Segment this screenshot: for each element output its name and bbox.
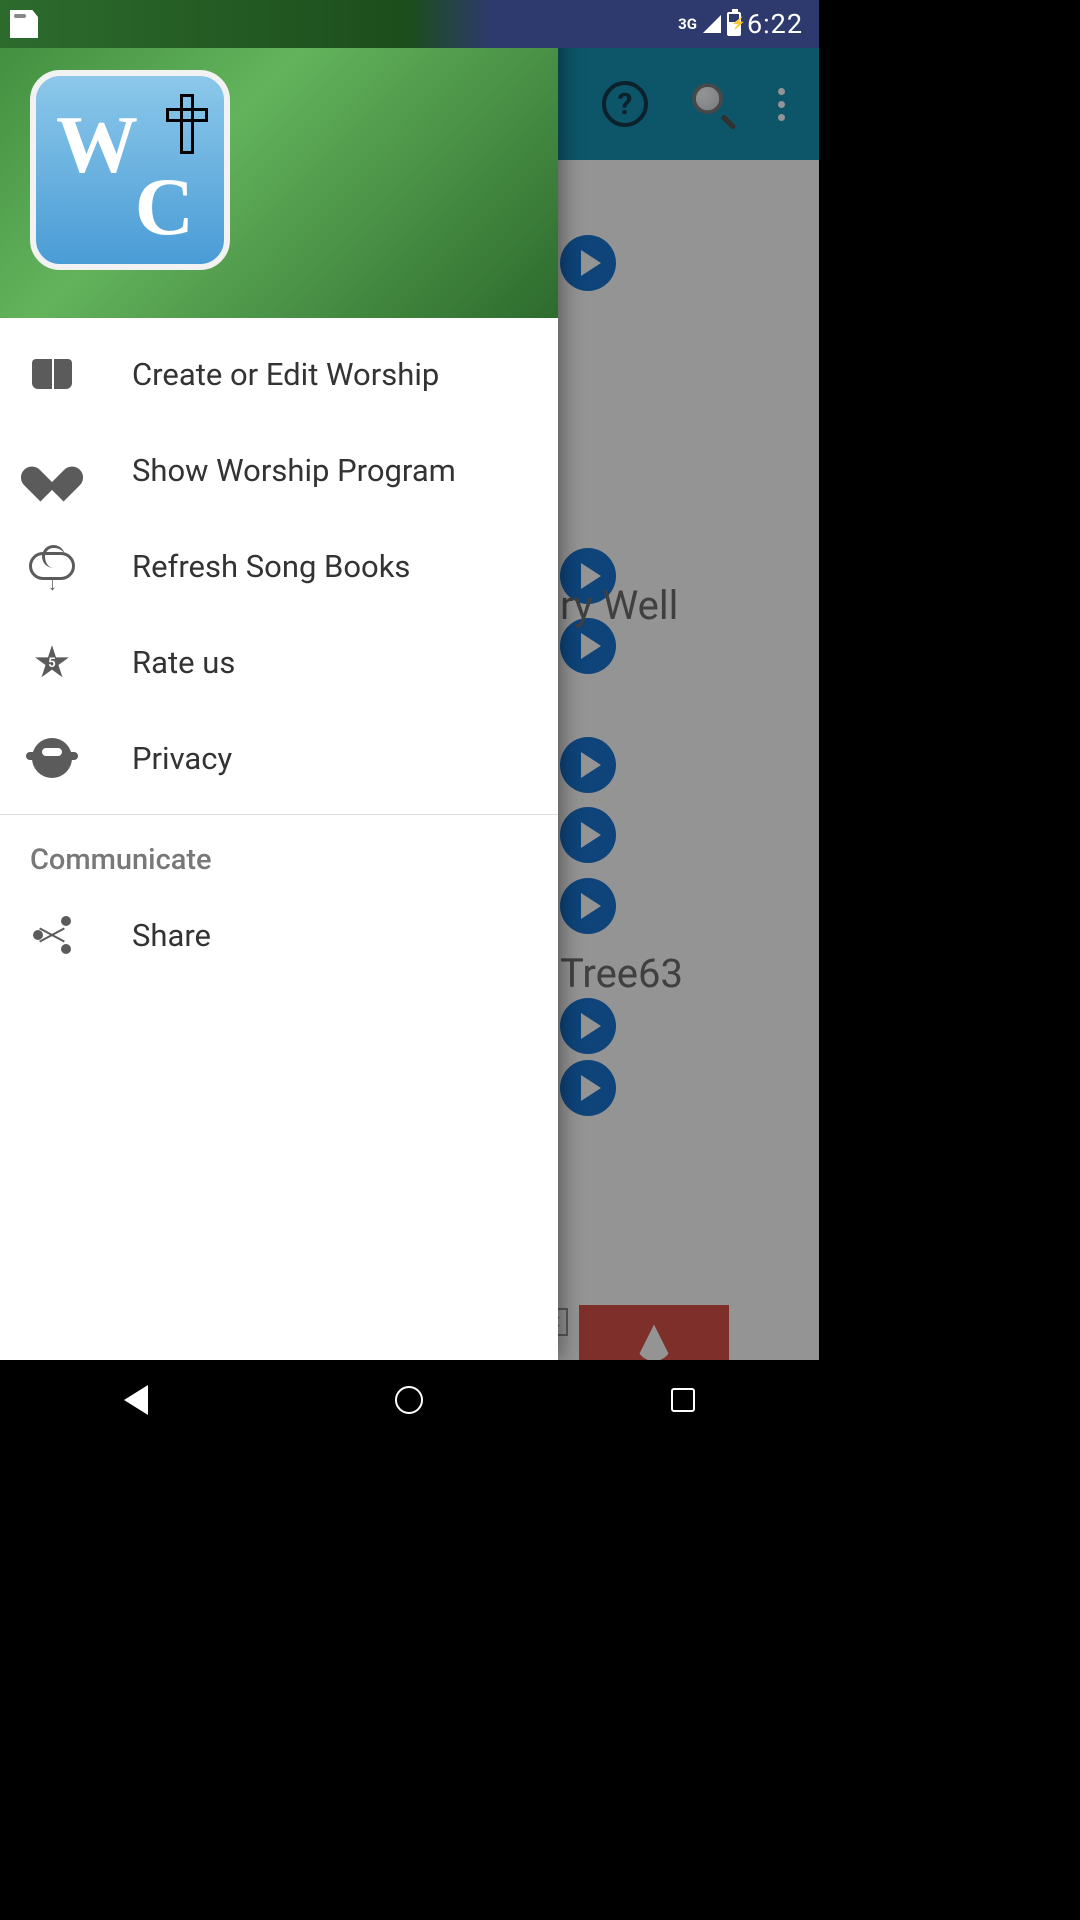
drawer-menu: Create or Edit Worship Show Worship Prog… — [0, 318, 558, 1360]
menu-item-label: Rate us — [132, 644, 235, 681]
menu-item-label: Privacy — [132, 740, 232, 777]
menu-item-rate-us[interactable]: ★ Rate us — [0, 614, 558, 710]
network-type-label: 3G — [678, 15, 697, 33]
menu-item-privacy[interactable]: Privacy — [0, 710, 558, 806]
signal-icon — [703, 15, 721, 33]
share-icon — [28, 911, 76, 959]
cross-icon — [166, 94, 202, 148]
menu-item-label: Refresh Song Books — [132, 548, 410, 585]
sd-card-icon — [10, 10, 38, 38]
star-icon: ★ — [28, 638, 76, 686]
back-button[interactable] — [124, 1385, 148, 1415]
cloud-download-icon — [28, 542, 76, 590]
book-icon — [28, 350, 76, 398]
menu-item-label: Share — [132, 917, 211, 954]
privacy-icon — [28, 734, 76, 782]
menu-item-refresh-song-books[interactable]: Refresh Song Books — [0, 518, 558, 614]
heart-icon — [28, 446, 76, 494]
menu-item-show-worship-program[interactable]: Show Worship Program — [0, 422, 558, 518]
divider — [0, 814, 558, 815]
menu-item-create-edit-worship[interactable]: Create or Edit Worship — [0, 326, 558, 422]
menu-item-label: Show Worship Program — [132, 452, 456, 489]
status-bar: 3G ⚡ 6:22 — [0, 0, 819, 48]
clock: 6:22 — [747, 8, 803, 40]
menu-item-share[interactable]: Share — [0, 887, 558, 983]
app-logo: W C — [30, 70, 230, 270]
system-navigation-bar — [0, 1360, 819, 1440]
section-header-communicate: Communicate — [0, 823, 558, 887]
recent-apps-button[interactable] — [671, 1388, 695, 1412]
home-button[interactable] — [395, 1386, 423, 1414]
battery-icon: ⚡ — [727, 12, 741, 36]
menu-item-label: Create or Edit Worship — [132, 356, 439, 393]
navigation-drawer: W C Create or Edit Worship Show Worship … — [0, 0, 558, 1360]
